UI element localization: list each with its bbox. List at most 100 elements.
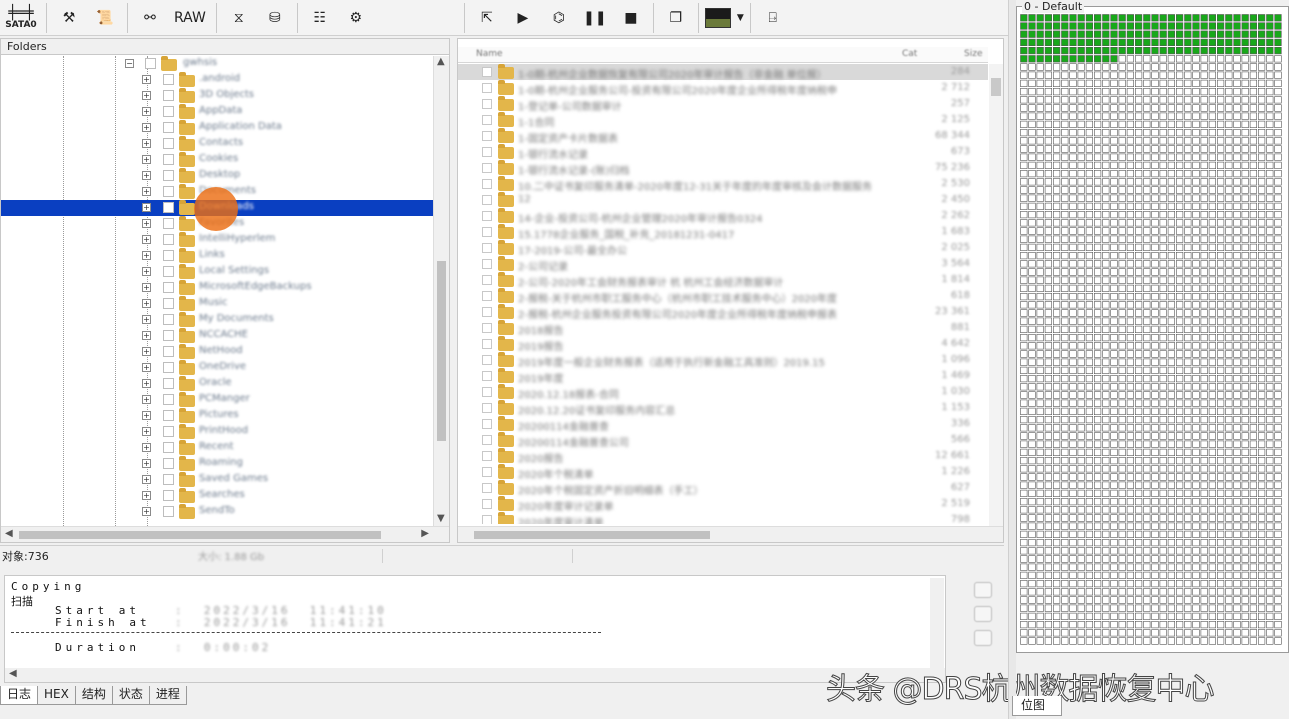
file-checkbox[interactable] (482, 243, 492, 253)
expand-icon[interactable]: + (142, 347, 151, 356)
tree-checkbox[interactable] (163, 138, 174, 149)
file-checkbox[interactable] (482, 403, 492, 413)
files-vertical-scrollbar[interactable] (989, 64, 1003, 526)
file-row[interactable]: 2020.12.20证书复印服务内容汇总 1 153 (458, 400, 988, 417)
tree-horizontal-thumb[interactable] (19, 531, 381, 539)
expand-icon[interactable]: + (142, 491, 151, 500)
tab-2[interactable]: 结构 (74, 686, 113, 705)
expand-icon[interactable]: + (142, 171, 151, 180)
file-checkbox[interactable] (482, 131, 492, 141)
expand-icon[interactable]: + (142, 299, 151, 308)
tree-item[interactable]: + Saved Games (1, 472, 433, 488)
collapse-icon[interactable]: − (125, 59, 134, 68)
file-row[interactable]: 2-报税-关于杭州市职工服务中心（杭州市职工技术服务中心）2020年度 618 (458, 288, 988, 305)
tree-item[interactable]: + Music (1, 296, 433, 312)
file-row[interactable]: 2018报告 881 (458, 320, 988, 337)
scroll-down-icon[interactable]: ▼ (437, 513, 445, 524)
file-checkbox[interactable] (482, 259, 492, 269)
expand-icon[interactable]: + (142, 203, 151, 212)
file-row[interactable]: 1-银行流水记录 673 (458, 144, 988, 161)
file-row[interactable]: 2020.12.18报表-合同 1 030 (458, 384, 988, 401)
tree-item[interactable]: + Application Data (1, 120, 433, 136)
tab-1[interactable]: HEX (37, 686, 76, 705)
file-row[interactable]: 12 2 450 (458, 192, 988, 208)
tree-checkbox[interactable] (163, 426, 174, 437)
tree-item[interactable]: + SendTo (1, 504, 433, 520)
file-row[interactable]: 1-固定资产卡片数据表 68 344 (458, 128, 988, 145)
expand-icon[interactable]: + (142, 507, 151, 516)
scroll-up-icon[interactable]: ▲ (437, 56, 445, 67)
raw-button[interactable]: RAW (170, 2, 210, 34)
file-checkbox[interactable] (482, 83, 492, 93)
file-row[interactable]: 1-银行流水记录-(账)归档 75 236 (458, 160, 988, 177)
file-row[interactable]: 2020报告 12 661 (458, 448, 988, 465)
file-row[interactable]: 1-1合同 2 125 (458, 112, 988, 129)
expand-icon[interactable]: + (142, 475, 151, 484)
file-row[interactable]: 10.二中证书复印服务清单-2020年度12-31关于年度的年度审核及会计数据服… (458, 176, 988, 193)
tab-4[interactable]: 进程 (148, 686, 187, 705)
expand-icon[interactable]: + (142, 331, 151, 340)
tree-root-row[interactable]: − gwhsis (1, 56, 433, 72)
file-checkbox[interactable] (482, 147, 492, 157)
file-row[interactable]: 2020年度审计清单 798 (458, 512, 988, 524)
tools-button[interactable]: ⚒ (53, 2, 85, 34)
file-row[interactable]: 14-企业-投资公司-杭州企业管理2020年审计报告0324 2 262 (458, 208, 988, 225)
expand-icon[interactable]: + (142, 411, 151, 420)
expand-icon[interactable]: + (142, 315, 151, 324)
file-checkbox[interactable] (482, 115, 492, 125)
file-checkbox[interactable] (482, 371, 492, 381)
file-row[interactable]: 20200114金融普查 336 (458, 416, 988, 433)
tree-item[interactable]: + Recent (1, 440, 433, 456)
tree-item[interactable]: + Oracle (1, 376, 433, 392)
pane-splitter[interactable] (1008, 0, 1016, 719)
tree-item[interactable]: + PCManger (1, 392, 433, 408)
tree-checkbox[interactable] (163, 90, 174, 101)
tree-checkbox[interactable] (163, 218, 174, 229)
tree-checkbox[interactable] (163, 234, 174, 245)
file-row[interactable]: 1-0期-杭州企业服务公司-投资有限公司2020年度企业所得税年度纳税申 2 71… (458, 80, 988, 97)
tree-horizontal-scrollbar[interactable]: ◀ ▶ (1, 526, 449, 542)
scroll-right-icon[interactable]: ▶ (421, 528, 429, 539)
expand-icon[interactable]: + (142, 219, 151, 228)
exit-button[interactable]: ⍈ (757, 2, 789, 34)
copy-button[interactable]: ❐ (660, 2, 692, 34)
file-checkbox[interactable] (482, 387, 492, 397)
file-row[interactable]: 2-公司-2020年工会财务报表审计 杭 杭州工会经济数据审计 1 814 (458, 272, 988, 289)
tree-checkbox[interactable] (163, 122, 174, 133)
partition-button[interactable]: ⧖ (223, 2, 255, 34)
tree-item[interactable]: + .android (1, 72, 433, 88)
file-checkbox[interactable] (482, 211, 492, 221)
expand-icon[interactable]: + (142, 283, 151, 292)
tree-item[interactable]: + NetHood (1, 344, 433, 360)
column-name[interactable]: Name (476, 49, 503, 59)
column-size[interactable]: Size (964, 49, 982, 59)
tree-checkbox[interactable] (163, 410, 174, 421)
tree-item[interactable]: + Roaming (1, 456, 433, 472)
tree-checkbox[interactable] (163, 378, 174, 389)
tree-item[interactable]: + OneDrive (1, 360, 433, 376)
play-button[interactable]: ▶ (507, 2, 539, 34)
expand-icon[interactable]: + (142, 75, 151, 84)
tree-checkbox[interactable] (163, 250, 174, 261)
gears-button[interactable]: ⚙ (340, 2, 372, 34)
file-row[interactable]: 1-登记单-公司数据审计 257 (458, 96, 988, 113)
file-checkbox[interactable] (482, 67, 492, 77)
tree-checkbox[interactable] (163, 506, 174, 517)
column-cat[interactable]: Cat (902, 49, 917, 59)
tree-item[interactable]: + Pictures (1, 408, 433, 424)
file-row[interactable]: 2019年度 1 469 (458, 368, 988, 385)
tree-checkbox[interactable] (163, 442, 174, 453)
tree-item[interactable]: + AppData (1, 104, 433, 120)
scroll-left-icon[interactable]: ◀ (9, 668, 17, 679)
expand-icon[interactable]: + (142, 459, 151, 468)
files-vertical-thumb[interactable] (991, 78, 1001, 96)
file-checkbox[interactable] (482, 179, 492, 189)
tree-checkbox[interactable] (163, 298, 174, 309)
tree-vertical-thumb[interactable] (437, 261, 446, 441)
file-row[interactable]: 20200114金融普查公司 566 (458, 432, 988, 449)
tree-checkbox[interactable] (163, 330, 174, 341)
pause-button[interactable]: ❚❚ (579, 2, 611, 34)
tree-checkbox[interactable] (163, 282, 174, 293)
expand-icon[interactable]: + (142, 139, 151, 148)
tree-checkbox[interactable] (163, 394, 174, 405)
